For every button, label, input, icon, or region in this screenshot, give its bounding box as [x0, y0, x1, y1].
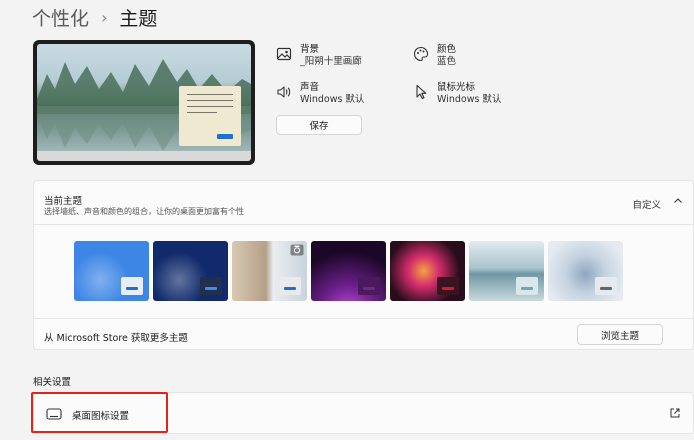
theme-window-preview	[358, 277, 380, 295]
current-theme-subtitle: 选择墙纸、声音和颜色的组合，让你的桌面更加富有个性	[44, 207, 244, 216]
theme-accent-bar	[600, 287, 612, 290]
cursor-value: Windows 默认	[437, 94, 502, 105]
theme-thumbnail-flow[interactable]	[548, 241, 623, 301]
preview-wallpaper	[37, 44, 251, 151]
current-theme-title: 当前主题	[44, 196, 83, 207]
open-external-icon	[670, 408, 680, 418]
current-theme-value: 自定义	[632, 200, 661, 211]
breadcrumb: 个性化 › 主题	[32, 4, 157, 30]
theme-accent-bar	[363, 287, 375, 290]
sound-value: Windows 默认	[300, 94, 365, 105]
current-theme-card: 当前主题 选择墙纸、声音和颜色的组合，让你的桌面更加富有个性 自定义 从 Mic…	[33, 180, 694, 350]
theme-thumbnail-sunrise[interactable]	[469, 241, 544, 301]
cursor-setting[interactable]: 鼠标光标 Windows 默认	[413, 82, 501, 106]
sound-setting[interactable]: 声音 Windows 默认	[276, 82, 364, 106]
theme-gallery	[74, 241, 623, 301]
theme-window-preview	[516, 277, 538, 295]
related-settings-title: 相关设置	[33, 377, 72, 388]
save-button[interactable]: 保存	[276, 115, 362, 135]
desktop-icon-settings-label: 桌面图标设置	[72, 411, 130, 422]
theme-thumbnail-custom-photo[interactable]	[232, 241, 307, 301]
breadcrumb-personalization[interactable]: 个性化	[32, 4, 89, 31]
theme-thumbnail-windows-light[interactable]	[74, 241, 149, 301]
breadcrumb-separator: ›	[101, 7, 108, 27]
theme-accent-bar	[284, 287, 296, 290]
preview-accent-button	[217, 134, 233, 139]
theme-window-preview	[279, 277, 301, 295]
theme-accent-bar	[126, 287, 138, 290]
theme-accent-bar	[442, 287, 454, 290]
browse-themes-button[interactable]: 浏览主题	[577, 324, 663, 345]
sound-label: 声音	[300, 82, 320, 93]
speaker-icon	[277, 86, 291, 98]
theme-window-preview	[200, 277, 222, 295]
cursor-icon	[416, 84, 427, 100]
chevron-up-icon[interactable]	[673, 196, 683, 206]
theme-preview	[33, 40, 255, 165]
theme-thumbnail-windows-dark[interactable]	[153, 241, 228, 301]
color-label: 颜色	[437, 44, 457, 55]
store-text: 从 Microsoft Store 获取更多主题	[44, 333, 188, 344]
theme-window-preview	[595, 277, 617, 295]
color-setting[interactable]: 颜色 蓝色	[413, 44, 456, 68]
image-icon	[276, 47, 292, 61]
camera-icon	[290, 244, 304, 256]
preview-taskbar	[37, 151, 251, 161]
theme-accent-bar	[521, 287, 533, 290]
cursor-label: 鼠标光标	[437, 82, 476, 93]
desktop-icon	[46, 408, 62, 420]
theme-window-preview	[121, 277, 143, 295]
background-setting[interactable]: 背景 _阳朔十里画廊	[276, 44, 362, 68]
color-value: 蓝色	[437, 56, 457, 67]
page-title: 主题	[119, 7, 158, 30]
theme-accent-bar	[205, 287, 217, 290]
palette-icon	[413, 46, 429, 62]
theme-thumbnail-glow[interactable]	[311, 241, 386, 301]
current-theme-header[interactable]: 当前主题 选择墙纸、声音和颜色的组合，让你的桌面更加富有个性 自定义	[34, 181, 693, 225]
store-row: 从 Microsoft Store 获取更多主题 浏览主题	[34, 318, 693, 351]
theme-thumbnail-captured-motion[interactable]	[390, 241, 465, 301]
theme-window-preview	[437, 277, 459, 295]
desktop-icon-settings-row[interactable]: 桌面图标设置	[33, 392, 694, 434]
background-value: _阳朔十里画廊	[300, 56, 362, 67]
preview-window	[179, 86, 241, 146]
background-label: 背景	[300, 44, 320, 55]
